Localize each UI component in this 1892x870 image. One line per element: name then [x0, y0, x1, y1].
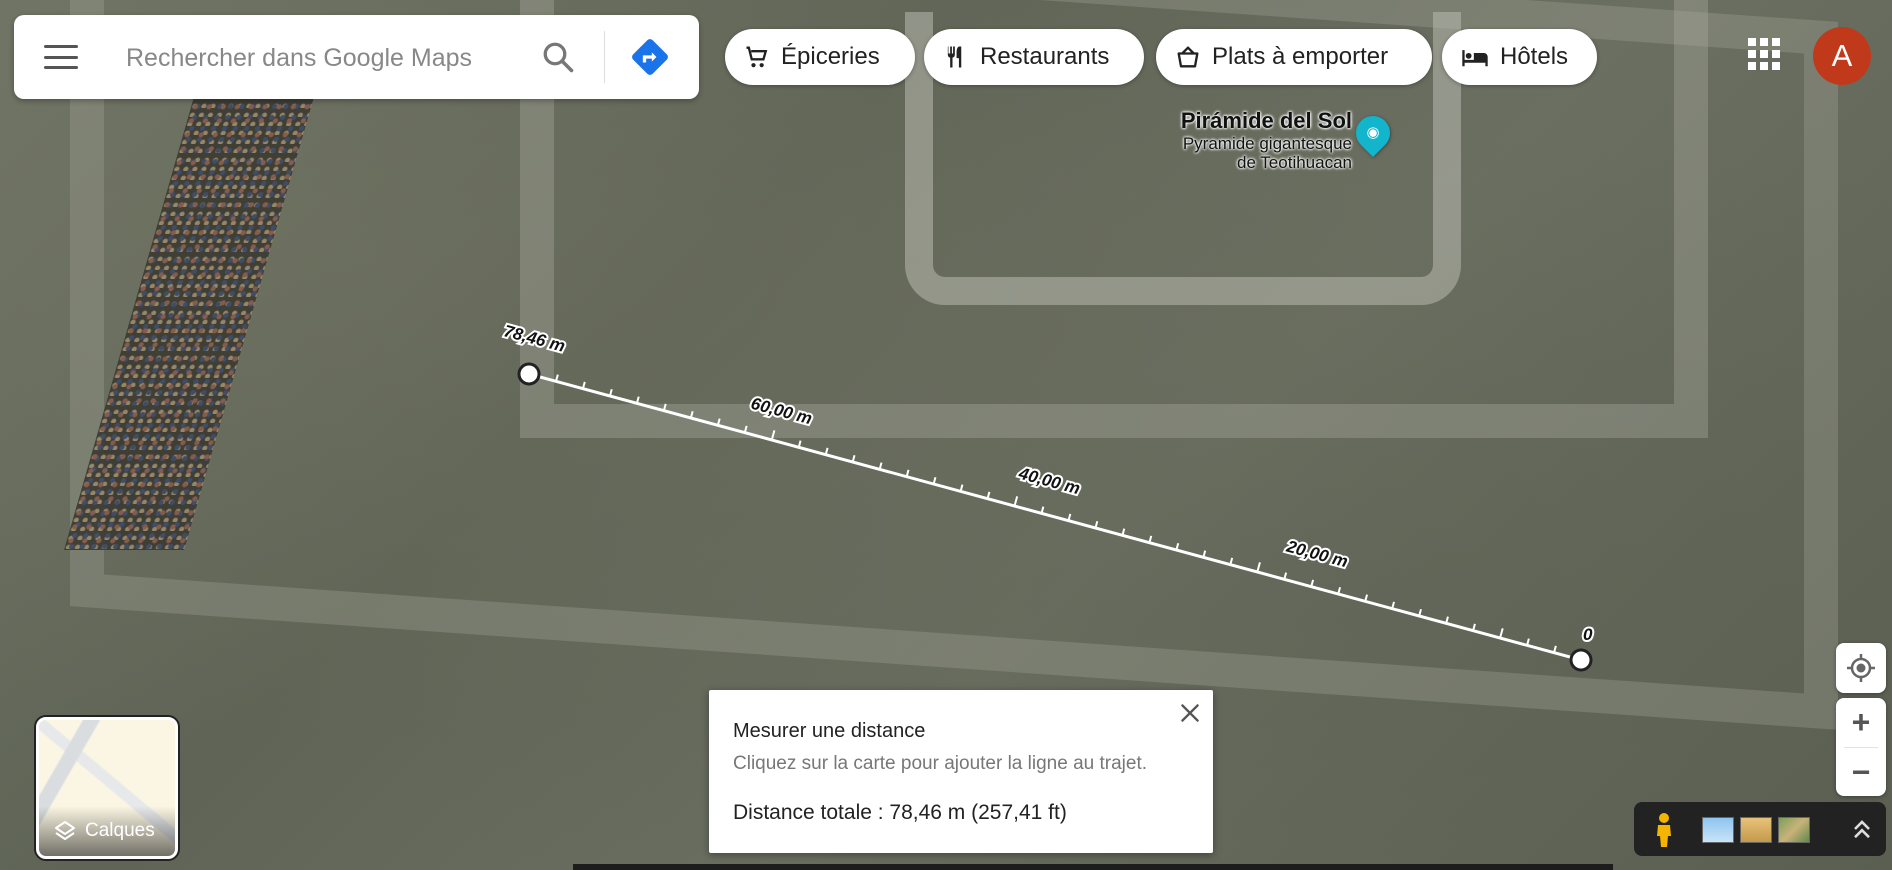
layers-label-row: Calques	[39, 806, 175, 856]
measure-label-total: 78,46 m	[502, 321, 567, 356]
menu-icon-bar	[44, 45, 78, 48]
chip-label: Épiceries	[781, 43, 880, 70]
measure-label-0: 0	[1583, 625, 1593, 644]
pegman-icon[interactable]	[1650, 812, 1678, 848]
measure-distance-panel: Mesurer une distance Cliquez sur la cart…	[709, 690, 1213, 853]
chip-hotels[interactable]: Hôtels	[1442, 29, 1597, 85]
search-icon[interactable]	[540, 39, 576, 75]
panel-title: Mesurer une distance	[733, 720, 926, 742]
close-icon[interactable]	[1177, 700, 1203, 726]
measure-tick	[770, 430, 776, 441]
menu-icon-bar	[44, 66, 78, 69]
search-separator	[604, 31, 605, 83]
chip-epiceries[interactable]: Épiceries	[725, 29, 915, 85]
panel-total-distance: Distance totale : 78,46 m (257,41 ft)	[733, 801, 1067, 824]
fork-knife-icon	[947, 46, 962, 68]
my-location-icon	[1847, 654, 1875, 682]
bed-icon	[1462, 50, 1488, 67]
measure-tick	[1013, 496, 1019, 507]
imagery-bar	[1634, 802, 1886, 856]
panel-hint: Cliquez sur la carte pour ajouter la lig…	[733, 753, 1148, 774]
apps-grid-icon[interactable]	[1748, 38, 1780, 70]
chip-label: Restaurants	[980, 43, 1110, 70]
takeout-bag-icon	[1177, 46, 1199, 68]
attribution-strip	[573, 864, 1613, 870]
chevron-up-icon[interactable]	[1848, 814, 1876, 844]
zoom-controls: + −	[1836, 698, 1886, 796]
cart-icon	[746, 46, 768, 68]
measure-end-point[interactable]	[1569, 648, 1593, 672]
measure-label-60: 60,00 m	[749, 394, 814, 429]
zoom-in-button[interactable]: +	[1836, 698, 1886, 747]
measure-label-40: 40,00 m	[1016, 464, 1082, 499]
chip-restaurants[interactable]: Restaurants	[924, 29, 1144, 85]
layers-label: Calques	[85, 820, 155, 841]
search-input[interactable]	[124, 35, 528, 81]
zoom-out-button[interactable]: −	[1836, 748, 1886, 797]
chip-label: Hôtels	[1500, 43, 1569, 70]
imagery-thumb-2[interactable]	[1740, 817, 1772, 843]
account-avatar[interactable]: A	[1813, 27, 1871, 85]
measure-tick	[1499, 628, 1504, 639]
directions-icon[interactable]	[628, 35, 672, 79]
layers-icon	[55, 821, 75, 840]
imagery-thumb-3[interactable]	[1778, 817, 1810, 843]
layers-button[interactable]: Calques	[36, 717, 178, 859]
menu-icon-bar	[44, 55, 78, 59]
menu-button[interactable]	[44, 41, 78, 73]
measure-tick	[1256, 562, 1261, 573]
imagery-thumb-1[interactable]	[1702, 817, 1734, 843]
my-location-button[interactable]	[1836, 643, 1886, 693]
measure-label-20: 20,00 m	[1284, 537, 1350, 572]
chip-label: Plats à emporter	[1212, 43, 1389, 70]
chip-plats-a-emporter[interactable]: Plats à emporter	[1156, 29, 1432, 85]
search-box	[14, 15, 699, 99]
